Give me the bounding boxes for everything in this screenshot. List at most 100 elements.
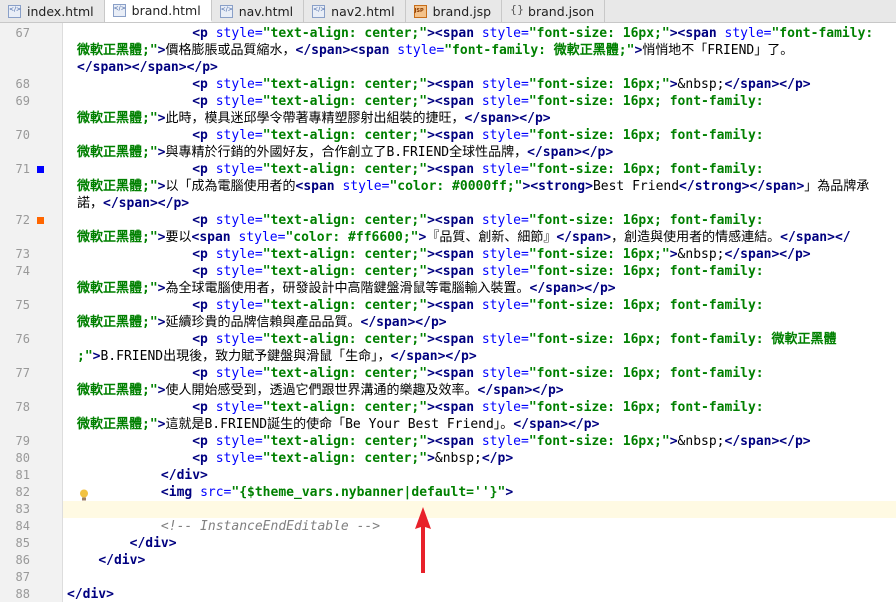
line-number: 70 (15, 128, 30, 142)
code-line[interactable]: 諾，</span></p> (63, 195, 896, 212)
code-text: </div> (129, 536, 177, 551)
code-line[interactable]: <p style="text-align: center;"><span sty… (63, 399, 896, 416)
code-text: <p style="text-align: center;"><span sty… (192, 400, 764, 415)
current-code-line[interactable] (63, 501, 896, 518)
code-line[interactable]: <p style="text-align: center;"><span sty… (63, 93, 896, 110)
code-line[interactable]: 微軟正黑體;">以「成為電腦使用者的<span style="color: #0… (63, 178, 896, 195)
code-line[interactable]: <p style="text-align: center;">&nbsp;</p… (63, 450, 896, 467)
code-text: 諾，</span></p> (77, 196, 190, 211)
tab-brand-jsp[interactable]: brand.jsp (406, 0, 503, 22)
code-line[interactable]: 微軟正黑體;">為全球電腦使用者，研發設計中高階鍵盤滑鼠等電腦輸入裝置。</sp… (63, 280, 896, 297)
line-number: 84 (15, 519, 30, 533)
line-number: 72 (15, 213, 30, 227)
code-text: 微軟正黑體;">與專精於行銷的外國好友，合作創立了B.FRIEND全球性品牌，<… (77, 145, 614, 160)
line-number: 83 (15, 502, 30, 516)
code-line[interactable]: <!-- InstanceEndEditable --> (63, 518, 896, 535)
line-number: 71 (15, 162, 30, 176)
code-text: 微軟正黑體;">要以<span style="color: #ff6600;">… (77, 230, 851, 245)
code-text: <p style="text-align: center;">&nbsp;</p… (192, 451, 514, 466)
code-text: 微軟正黑體;">價格膨脹或品質縮水，</span><span style="fo… (77, 43, 794, 58)
line-number: 88 (15, 587, 30, 601)
code-line[interactable]: 微軟正黑體;">要以<span style="color: #ff6600;">… (63, 229, 896, 246)
code-text: </div> (98, 553, 146, 568)
code-text: <p style="text-align: center;"><span sty… (192, 434, 811, 449)
tab-nav-html[interactable]: nav.html (212, 0, 305, 22)
code-line[interactable]: <p style="text-align: center;"><span sty… (63, 161, 896, 178)
red-arrow-annotation (415, 507, 431, 573)
code-line[interactable]: </div> (63, 552, 896, 569)
code-line[interactable]: <p style="text-align: center;"><span sty… (63, 246, 896, 263)
code-text: </div> (67, 587, 114, 602)
code-line[interactable]: 微軟正黑體;">這就是B.FRIEND誕生的使命「Be Your Best Fr… (63, 416, 896, 433)
code-line[interactable]: <p style="text-align: center;"><span sty… (63, 331, 896, 348)
code-line[interactable]: <p style="text-align: center;"><span sty… (63, 212, 896, 229)
editor-tab-bar: index.html brand.html nav.html nav2.html bra… (0, 0, 896, 23)
html-file-icon (8, 4, 21, 18)
line-number: 82 (15, 485, 30, 499)
code-line[interactable]: </span></span></p> (63, 59, 896, 76)
code-text: <p style="text-align: center;"><span sty… (192, 77, 811, 92)
code-text: <p style="text-align: center;"><span sty… (192, 247, 811, 262)
code-text: 微軟正黑體;">這就是B.FRIEND誕生的使命「Be Your Best Fr… (77, 417, 600, 432)
code-line[interactable]: <p style="text-align: center;"><span sty… (63, 263, 896, 280)
code-text: 微軟正黑體;">此時，模具迷邱學令帶著專精塑膠射出組裝的捷旺，</span></… (77, 111, 551, 126)
code-line[interactable]: 微軟正黑體;">價格膨脹或品質縮水，</span><span style="fo… (63, 42, 896, 59)
code-line[interactable]: ;">B.FRIEND出現後，致力賦予鍵盤與滑鼠「生命」，</span></p> (63, 348, 896, 365)
json-file-icon (510, 3, 524, 17)
code-line[interactable]: 微軟正黑體;">此時，模具迷邱學令帶著專精塑膠射出組裝的捷旺，</span></… (63, 110, 896, 127)
line-number: 80 (15, 451, 30, 465)
code-editor[interactable]: <p style="text-align: center;"><span sty… (63, 23, 896, 602)
arrow-head (415, 507, 431, 573)
tab-nav2-html[interactable]: nav2.html (304, 0, 406, 22)
code-line[interactable]: 微軟正黑體;">使人開始感受到，透過它們跟世界溝通的樂趣及效率。</span><… (63, 382, 896, 399)
line-number: 69 (15, 94, 30, 108)
line-number-gutter: 67 68 69 70 71 72 73 74 75 76 77 78 79 80 81 82 83 84 85 86… (0, 23, 63, 602)
code-text: ;">B.FRIEND出現後，致力賦予鍵盤與滑鼠「生命」，</span></p> (77, 349, 477, 364)
code-line[interactable]: </div> (63, 535, 896, 552)
code-text: 微軟正黑體;">以「成為電腦使用者的<span style="color: #0… (77, 179, 870, 194)
line-number: 78 (15, 400, 30, 414)
tab-brand-json[interactable]: brand.json (502, 0, 606, 22)
code-text: <p style="text-align: center;"><span sty… (192, 94, 764, 109)
code-line[interactable]: <p style="text-align: center;"><span sty… (63, 127, 896, 144)
line-number: 81 (15, 468, 30, 482)
tab-label: nav2.html (331, 3, 395, 19)
line-number: 68 (15, 77, 30, 91)
tab-label: brand.json (528, 3, 595, 19)
blue-color-marker-icon (37, 166, 44, 173)
line-number: 75 (15, 298, 30, 312)
line-number: 85 (15, 536, 30, 550)
code-line[interactable]: </div> (63, 586, 896, 603)
line-number: 87 (15, 570, 30, 584)
code-text: <p style="text-align: center;"><span sty… (192, 128, 764, 143)
code-text: <p style="text-align: center;"><span sty… (192, 332, 837, 347)
code-line[interactable]: <p style="text-align: center;"><span sty… (63, 297, 896, 314)
html-file-icon (219, 4, 233, 18)
code-line[interactable] (63, 569, 896, 586)
code-text: 微軟正黑體;">為全球電腦使用者，研發設計中高階鍵盤滑鼠等電腦輸入裝置。</sp… (77, 281, 616, 296)
tab-label: brand.jsp (432, 3, 492, 19)
code-text: </span></span></p> (77, 60, 218, 75)
code-line[interactable]: </div> (63, 467, 896, 484)
code-line[interactable]: 微軟正黑體;">延續珍貴的品牌信賴與產品品質。</span></p> (63, 314, 896, 331)
code-text: </div> (160, 468, 208, 483)
lightbulb-icon[interactable] (79, 486, 89, 501)
tab-label: nav.html (238, 3, 294, 19)
code-line[interactable]: <p style="text-align: center;"><span sty… (63, 433, 896, 450)
code-line[interactable]: <p style="text-align: center;"><span sty… (63, 25, 896, 42)
code-text: <p style="text-align: center;"><span sty… (192, 366, 764, 381)
orange-color-marker-icon (37, 217, 44, 224)
line-number: 76 (15, 332, 30, 346)
code-line[interactable]: 微軟正黑體;">與專精於行銷的外國好友，合作創立了B.FRIEND全球性品牌，<… (63, 144, 896, 161)
code-line[interactable]: <p style="text-align: center;"><span sty… (63, 365, 896, 382)
code-line[interactable]: <img src="{$theme_vars.nybanner|default=… (63, 484, 896, 501)
line-number: 73 (15, 247, 30, 261)
line-number: 86 (15, 553, 30, 567)
tab-index-html[interactable]: index.html (0, 0, 105, 22)
tab-brand-html[interactable]: brand.html (104, 0, 212, 22)
line-number: 67 (15, 26, 30, 40)
code-text: 微軟正黑體;">使人開始感受到，透過它們跟世界溝通的樂趣及效率。</span><… (77, 383, 564, 398)
code-text: <p style="text-align: center;"><span sty… (192, 298, 764, 313)
code-line[interactable]: <p style="text-align: center;"><span sty… (63, 76, 896, 93)
html-file-icon (112, 3, 126, 17)
